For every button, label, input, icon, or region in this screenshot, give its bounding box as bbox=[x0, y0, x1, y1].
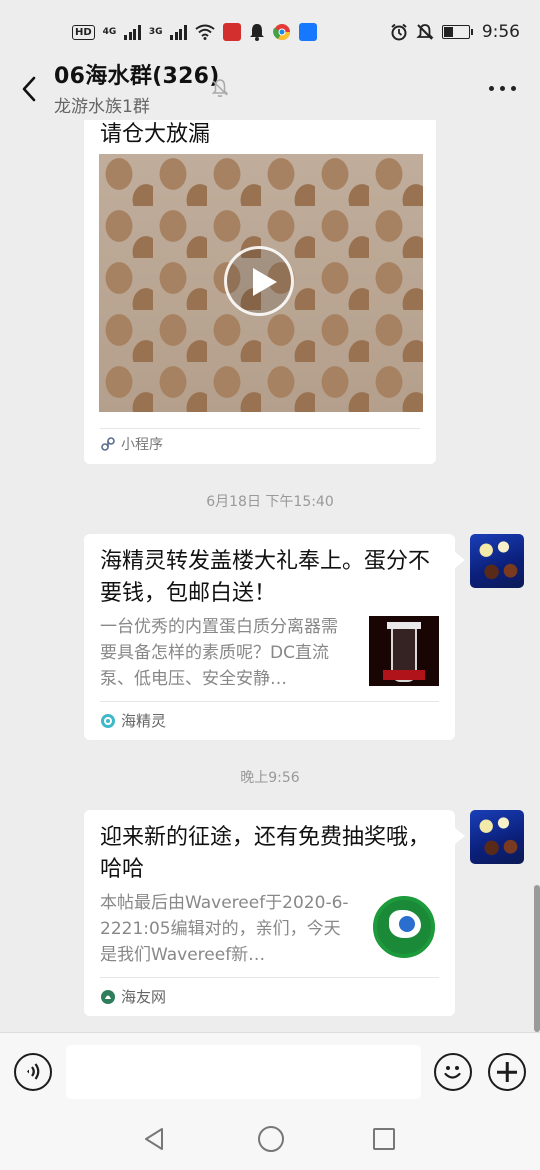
chat-subtitle: 龙游水族1群 bbox=[54, 97, 150, 117]
nav-recents-icon[interactable] bbox=[373, 1128, 395, 1150]
link-thumbnail bbox=[369, 616, 439, 686]
card-source-label: 小程序 bbox=[121, 437, 163, 453]
link-title: 海精灵转发盖楼大礼奉上。蛋分不要钱，包邮白送！ bbox=[100, 549, 431, 606]
link-title: 迎来新的征途，还有免费抽奖哦，哈哈 bbox=[100, 825, 431, 882]
more-options-icon[interactable] bbox=[489, 86, 516, 91]
chrome-icon bbox=[273, 24, 290, 41]
network-3g-label: 3G bbox=[148, 27, 163, 37]
card-source-label: 海友网 bbox=[121, 988, 167, 1006]
wifi-icon bbox=[195, 24, 215, 40]
avatar[interactable] bbox=[470, 534, 524, 588]
nav-home-icon[interactable] bbox=[258, 1126, 284, 1152]
link-description: 一台优秀的内置蛋白质分离器需要具备怎样的素质呢？DC直流泵、低电压、安全安静… bbox=[100, 617, 338, 689]
play-icon[interactable] bbox=[224, 246, 294, 316]
card-divider bbox=[100, 428, 420, 429]
card-source: 海精灵 bbox=[100, 710, 166, 731]
timestamp: 晚上9:56 bbox=[240, 770, 300, 786]
muted-bell-icon bbox=[211, 79, 229, 97]
hd-badge: HD bbox=[72, 24, 95, 40]
source-app-icon bbox=[101, 989, 115, 1004]
card-title: 请仓大放漏 bbox=[100, 122, 211, 147]
system-nav-bar bbox=[0, 1112, 540, 1170]
status-left: HD 4G 3G bbox=[72, 23, 317, 41]
timestamp: 6月18日 下午15:40 bbox=[206, 494, 334, 510]
chat-message-list[interactable]: 请仓大放漏 小程序 6月18日 下午15:40 海精灵转发盖楼大礼奉上。蛋分不要… bbox=[0, 120, 540, 1032]
card-source: 小程序 bbox=[100, 434, 163, 454]
mute-notifications-icon bbox=[416, 24, 434, 40]
card-divider bbox=[100, 701, 439, 702]
chat-title: 06海水群(326) bbox=[54, 64, 220, 89]
bubble-tail bbox=[455, 552, 465, 568]
nav-back-icon[interactable] bbox=[142, 1126, 168, 1152]
signal-icon bbox=[124, 24, 141, 40]
card-source-label: 海精灵 bbox=[121, 712, 167, 730]
status-bar: HD 4G 3G 9:56 bbox=[0, 0, 540, 64]
status-right: 9:56 bbox=[390, 22, 520, 42]
add-attachment-icon[interactable] bbox=[488, 1053, 526, 1091]
source-app-icon bbox=[101, 713, 115, 728]
message-input[interactable] bbox=[66, 1045, 421, 1099]
notification-bell-icon bbox=[249, 24, 264, 41]
chat-title-block[interactable]: 06海水群(326) 龙游水族1群 bbox=[54, 58, 220, 117]
link-thumbnail bbox=[369, 892, 439, 962]
card-divider bbox=[100, 977, 439, 978]
back-arrow-icon[interactable] bbox=[18, 74, 42, 104]
avatar[interactable] bbox=[470, 810, 524, 864]
alarm-icon bbox=[391, 23, 407, 41]
link-card[interactable]: 海精灵转发盖楼大礼奉上。蛋分不要钱，包邮白送！ 一台优秀的内置蛋白质分离器需要具… bbox=[84, 534, 455, 740]
video-thumbnail[interactable] bbox=[99, 154, 423, 412]
app-notification-icon bbox=[222, 23, 241, 41]
mini-program-icon bbox=[101, 437, 115, 451]
card-source: 海友网 bbox=[100, 986, 166, 1007]
signal-icon-2 bbox=[170, 24, 187, 40]
link-description: 本帖最后由Wavereef于2020-6-2221:05编辑对的，亲们，今天是我… bbox=[100, 893, 349, 965]
mini-program-card[interactable]: 请仓大放漏 小程序 bbox=[84, 120, 436, 464]
bubble-tail bbox=[455, 828, 465, 844]
alipay-icon bbox=[298, 23, 317, 41]
emoji-icon[interactable] bbox=[434, 1053, 472, 1091]
input-bar bbox=[0, 1032, 540, 1112]
status-time: 9:56 bbox=[481, 22, 520, 42]
scrollbar[interactable] bbox=[534, 885, 540, 1032]
battery-icon bbox=[441, 25, 473, 39]
voice-input-icon[interactable] bbox=[14, 1053, 52, 1091]
network-4g-label: 4G bbox=[102, 27, 117, 37]
chat-header: 06海水群(326) 龙游水族1群 bbox=[0, 64, 540, 120]
link-card[interactable]: 迎来新的征途，还有免费抽奖哦，哈哈 本帖最后由Wavereef于2020-6-2… bbox=[84, 810, 455, 1016]
